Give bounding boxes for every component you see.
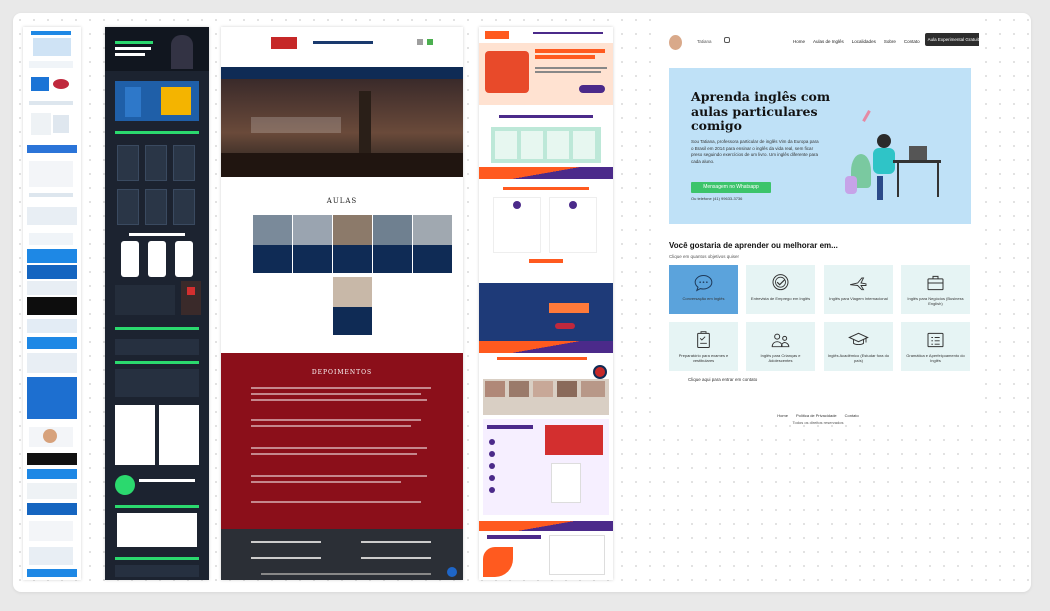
- checkmark-badge-icon: [772, 274, 789, 291]
- nav-contato[interactable]: Contato: [904, 39, 920, 44]
- card-academico[interactable]: Inglês Acadêmico (Estudar fora do país): [824, 322, 893, 371]
- goals-subtitle: Clique em quantos objetivos quiser: [669, 254, 740, 259]
- top-nav: Tatiana Home Aulas de Inglês Localidades…: [657, 33, 979, 53]
- footer-contato[interactable]: Contato: [845, 413, 859, 418]
- student-illustration: [837, 104, 949, 204]
- free-trial-button[interactable]: Aula Experimental Gratuita: [925, 33, 979, 46]
- clipboard-icon: [697, 331, 710, 348]
- card-label: Entrevista de Emprego em Inglês: [750, 296, 811, 301]
- page-thumbnail-2[interactable]: [105, 27, 209, 580]
- card-gramatica[interactable]: Gramática e Aperfeiçoamento do Inglês: [901, 322, 970, 371]
- aulas-title: AULAS: [326, 197, 358, 205]
- main-site-frame: Tatiana Home Aulas de Inglês Localidades…: [657, 19, 979, 419]
- list-icon: [927, 332, 944, 348]
- card-label: Inglês para Viagem Internacional: [829, 296, 888, 301]
- people-icon: [771, 333, 790, 348]
- brand-name: Tatiana: [697, 39, 712, 44]
- hero-title: Aprenda inglês com aulas particulares co…: [691, 89, 831, 133]
- page-thumbnail-4[interactable]: [479, 27, 613, 580]
- footer-copy: Todos os direitos reservados: [792, 420, 844, 425]
- goals-title: Você gostaria de aprender ou melhorar em…: [669, 241, 838, 250]
- airplane-icon: [850, 277, 867, 291]
- hero-text: Sou Tatiana, professora particular de in…: [691, 139, 819, 164]
- card-exames[interactable]: Preparatório para exames e vestibulares: [669, 322, 738, 371]
- contact-link[interactable]: Clique aqui para entrar em contato: [688, 377, 757, 382]
- nav-localidades[interactable]: Localidades: [852, 39, 876, 44]
- card-label: Conversação em Inglês: [682, 296, 725, 301]
- card-criancas[interactable]: Inglês para Crianças e Adolescentes: [746, 322, 815, 371]
- instagram-icon[interactable]: [724, 37, 730, 43]
- nav-home[interactable]: Home: [793, 39, 805, 44]
- depoimentos-title: DEPOIMENTOS: [311, 369, 373, 376]
- graduation-cap-icon: [848, 332, 869, 346]
- nav-sobre[interactable]: Sobre: [884, 39, 896, 44]
- speech-bubble-icon: [694, 274, 713, 292]
- card-label: Inglês para Negócios (Business English): [907, 296, 964, 306]
- briefcase-icon: [927, 275, 944, 291]
- phone-text: Ou telefone (41) 99633-3736: [691, 196, 743, 201]
- page-thumbnail-3[interactable]: AULAS DEPOIMENTOS: [221, 27, 463, 580]
- card-label: Inglês Acadêmico (Estudar fora do país): [827, 353, 890, 363]
- design-canvas: AULAS DEPOIMENTOS Tatiana Home Aulas de …: [13, 13, 1031, 592]
- card-negocios[interactable]: Inglês para Negócios (Business English): [901, 265, 970, 314]
- page-thumbnail-1[interactable]: [23, 27, 81, 580]
- footer-home[interactable]: Home: [777, 413, 788, 418]
- card-entrevista[interactable]: Entrevista de Emprego em Inglês: [746, 265, 815, 314]
- card-conversacao[interactable]: Conversação em Inglês: [669, 265, 738, 314]
- avatar: [669, 35, 682, 50]
- card-label: Gramática e Aperfeiçoamento do Inglês: [906, 353, 965, 363]
- card-label: Inglês para Crianças e Adolescentes: [760, 353, 801, 363]
- footer-links: Home Política de Privacidade Contato: [657, 413, 979, 418]
- nav-aulas[interactable]: Aulas de Inglês: [813, 39, 844, 44]
- card-viagem[interactable]: Inglês para Viagem Internacional: [824, 265, 893, 314]
- whatsapp-button[interactable]: Mensagem no Whatsapp: [691, 182, 771, 193]
- card-label: Preparatório para exames e vestibulares: [678, 353, 729, 363]
- footer-privacy[interactable]: Política de Privacidade: [796, 413, 837, 418]
- hero-banner: Aprenda inglês com aulas particulares co…: [669, 68, 971, 224]
